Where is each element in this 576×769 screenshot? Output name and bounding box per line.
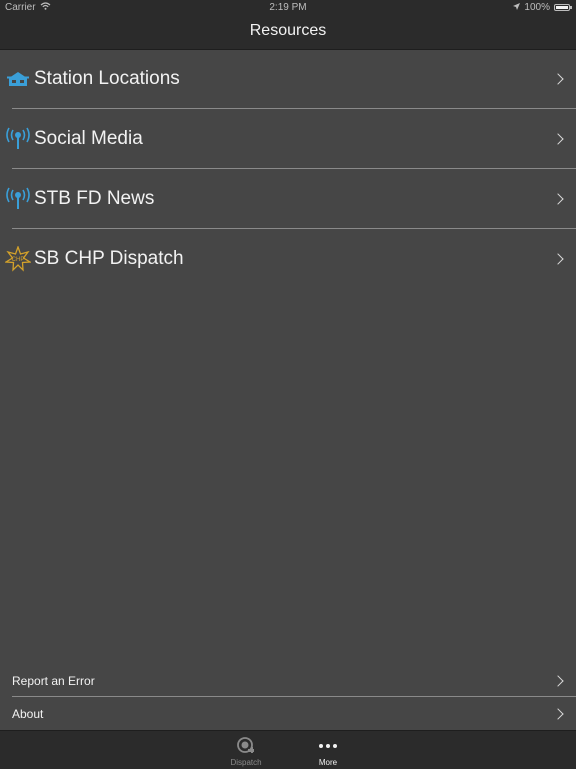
resource-label: SB CHP Dispatch — [34, 248, 184, 269]
chevron-right-icon — [552, 193, 564, 205]
resource-label: STB FD News — [34, 188, 155, 209]
chevron-right-icon — [552, 707, 564, 720]
chevron-right-icon — [552, 674, 564, 687]
resource-list: Station Locations Social Media STB FD Ne… — [0, 49, 576, 289]
antenna-broadcast-icon — [5, 186, 31, 212]
fire-alarm-bell-icon — [235, 734, 257, 758]
tab-label: Dispatch — [230, 758, 262, 767]
more-dots-icon — [319, 734, 337, 758]
status-time: 2:19 PM — [269, 2, 307, 13]
battery-fill — [556, 6, 568, 9]
about-row[interactable]: About — [0, 697, 576, 730]
station-house-icon — [5, 66, 31, 92]
page-title: Resources — [249, 22, 327, 39]
chevron-right-icon — [552, 133, 564, 145]
status-right: 100% — [513, 2, 572, 13]
resource-row-social-media[interactable]: Social Media — [0, 109, 576, 169]
battery-percent: 100% — [524, 2, 550, 13]
report-error-label: Report an Error — [12, 673, 95, 688]
about-label: About — [12, 706, 44, 721]
chevron-right-icon — [552, 73, 564, 85]
chp-badge-icon: CHP — [5, 246, 31, 272]
resource-row-sb-chp-dispatch[interactable]: CHP SB CHP Dispatch — [0, 229, 576, 289]
report-error-row[interactable]: Report an Error — [0, 664, 576, 697]
antenna-broadcast-icon — [5, 126, 31, 152]
footer-list: Report an Error About — [0, 664, 576, 730]
tab-dispatch[interactable]: Dispatch — [216, 731, 276, 769]
battery-icon — [554, 4, 572, 11]
resource-label: Social Media — [34, 128, 143, 149]
tab-label: More — [318, 758, 338, 767]
tab-more[interactable]: More — [298, 731, 358, 769]
location-arrow-icon — [513, 2, 521, 13]
resource-row-station-locations[interactable]: Station Locations — [0, 49, 576, 109]
tab-bar: Dispatch More — [0, 730, 576, 769]
resource-label: Station Locations — [34, 68, 180, 89]
svg-text:CHP: CHP — [12, 257, 25, 263]
status-bar: Carrier 2:19 PM 100% — [0, 0, 576, 16]
navigation-bar: Resources — [0, 16, 576, 50]
resource-row-stb-fd-news[interactable]: STB FD News — [0, 169, 576, 229]
chevron-right-icon — [552, 253, 564, 265]
